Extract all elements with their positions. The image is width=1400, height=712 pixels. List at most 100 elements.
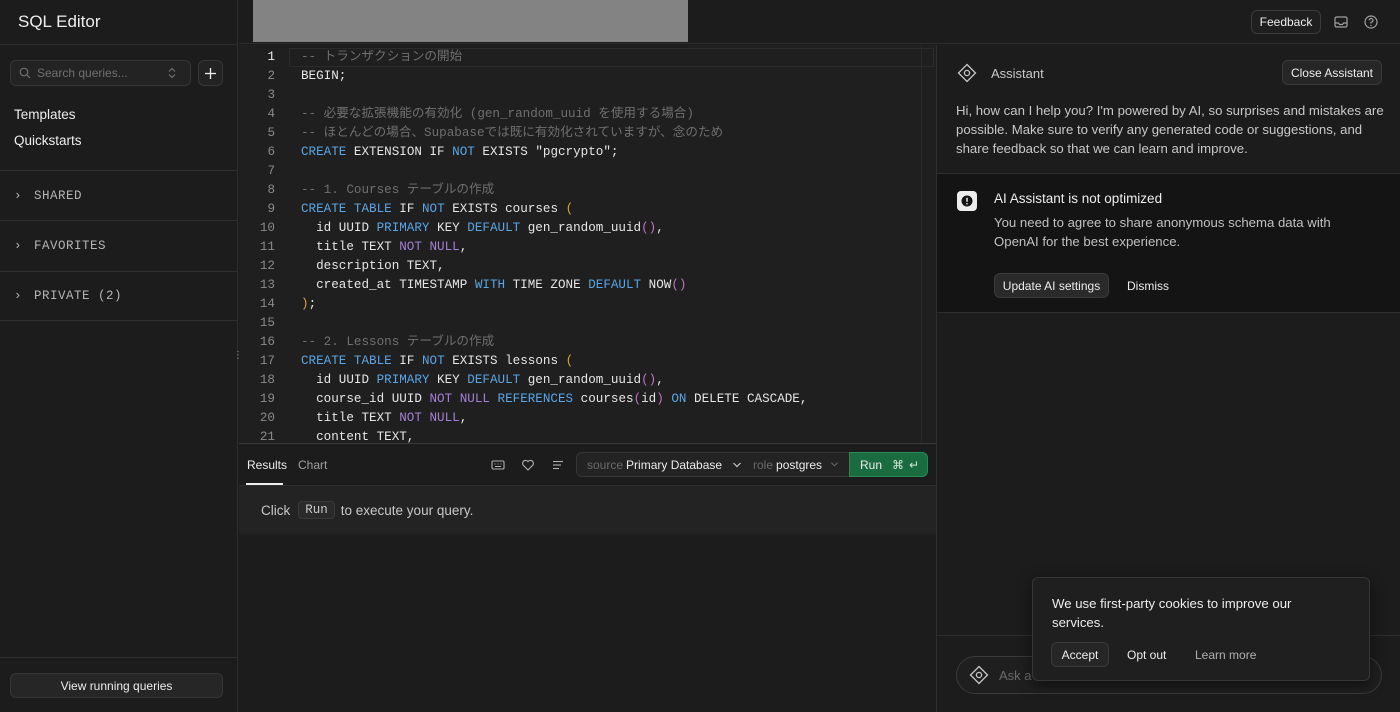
search-box[interactable] [10,60,191,86]
learn-more-link[interactable]: Learn more [1195,642,1256,667]
chevron-down-icon [733,462,742,467]
search-input[interactable] [37,66,167,80]
chevron-up-down-icon[interactable] [167,67,177,79]
sidebar: SQL Editor Templates Quickstarts › SHARE… [0,0,238,712]
inbox-icon[interactable] [1333,14,1349,30]
tab-chart[interactable]: Chart [298,458,327,472]
code-line[interactable]: 8 -- 1. Courses テーブルの作成 [239,181,936,200]
code-text: title TEXT NOT NULL, [301,411,468,425]
section-label: FAVORITES [34,238,107,253]
code-text: -- ほとんどの場合、Supabaseでは既に有効化されていますが、念のため [301,126,724,140]
code-text: created_at TIMESTAMP WITH TIME ZONE DEFA… [301,278,687,292]
code-line[interactable]: 20 title TEXT NOT NULL, [239,409,936,428]
line-number: 20 [259,411,275,425]
sidebar-link-quickstarts[interactable]: Quickstarts [14,133,82,148]
code-line[interactable]: 6 CREATE EXTENSION IF NOT EXISTS "pgcrypt… [239,143,936,162]
accept-cookies-button[interactable]: Accept [1051,642,1109,667]
code-line[interactable]: 1 -- トランザクションの開始 [239,48,936,67]
results-area [239,534,936,712]
line-number: 2 [267,69,275,83]
code-line[interactable]: 16 -- 2. Lessons テーブルの作成 [239,333,936,352]
run-key-badge: Run [298,501,335,519]
run-button[interactable]: Run ⌘ ↵ [849,452,928,477]
return-key-icon: ↵ [909,457,920,472]
section-private[interactable]: › PRIVATE (2) [0,271,238,321]
code-text: description TEXT, [301,259,445,273]
code-line[interactable]: 17 CREATE TABLE IF NOT EXISTS lessons ( [239,352,936,371]
code-line[interactable]: 12 description TEXT, [239,257,936,276]
code-text: -- トランザクションの開始 [301,50,463,64]
code-line[interactable]: 18 id UUID PRIMARY KEY DEFAULT gen_rando… [239,371,936,390]
line-number: 16 [259,335,275,349]
line-number: 13 [259,278,275,292]
code-editor[interactable]: 1 -- トランザクションの開始 2 BEGIN; 3 4 -- 必要な拡張機能の有効化 (… [239,45,936,443]
line-number: 18 [259,373,275,387]
keyboard-icon[interactable] [491,458,505,472]
source-select[interactable]: source Primary Database [576,452,744,477]
view-running-queries-button[interactable]: View running queries [10,673,223,698]
code-line[interactable]: 19 course_id UUID NOT NULL REFERENCES co… [239,390,936,409]
close-assistant-button[interactable]: Close Assistant [1282,60,1382,85]
assistant-logo-icon [957,63,977,83]
alert-icon [957,191,977,211]
sidebar-title: SQL Editor [18,12,101,31]
role-label: role [753,457,774,472]
hint-text-after: to execute your query. [340,502,474,518]
code-text: id UUID PRIMARY KEY DEFAULT gen_random_u… [301,221,664,235]
chevron-right-icon: › [14,238,23,253]
line-number: 8 [267,183,275,197]
code-line[interactable]: 2 BEGIN; [239,67,936,86]
warning-text: You need to agree to share anonymous sch… [994,215,1331,249]
sidebar-link-templates[interactable]: Templates [14,107,76,122]
divider [0,657,238,658]
code-line[interactable]: 3 [239,86,936,105]
update-ai-settings-button[interactable]: Update AI settings [994,273,1109,298]
tab-results[interactable]: Results [247,458,287,472]
line-number: 6 [267,145,275,159]
code-line[interactable]: 14); [239,295,936,314]
code-line[interactable]: 5 -- ほとんどの場合、Supabaseでは既に有効化されていますが、念のため [239,124,936,143]
code-text: id UUID PRIMARY KEY DEFAULT gen_random_u… [301,373,664,387]
assistant-logo-icon [969,665,989,685]
code-line[interactable]: 21 content TEXT, [239,428,936,443]
code-text: content TEXT, [301,430,415,443]
format-lines-icon[interactable] [551,458,565,472]
line-number: 7 [267,164,275,178]
code-line[interactable]: 11 title TEXT NOT NULL, [239,238,936,257]
line-number: 15 [259,316,275,330]
code-text: -- 1. Courses テーブルの作成 [301,183,495,197]
code-line[interactable]: 4 -- 必要な拡張機能の有効化 (gen_random_uuid を使用する場合… [239,105,936,124]
line-number: 11 [259,240,275,254]
code-line[interactable]: 13 created_at TIMESTAMP WITH TIME ZONE D… [239,276,936,295]
role-value: postgres [776,457,823,472]
feedback-button[interactable]: Feedback [1251,10,1321,34]
chevron-right-icon: › [14,289,23,303]
divider [0,44,238,45]
assistant-header: Assistant Close Assistant [937,45,1400,100]
section-label: PRIVATE (2) [34,289,123,303]
line-number: 5 [267,126,275,140]
section-label: SHARED [34,188,83,203]
line-number: 19 [259,392,275,406]
help-icon[interactable] [1363,14,1379,30]
code-line[interactable]: 9 CREATE TABLE IF NOT EXISTS courses ( [239,200,936,219]
opt-out-button[interactable]: Opt out [1127,642,1166,667]
role-select[interactable]: role postgres [743,452,850,477]
code-text: course_id UUID NOT NULL REFERENCES cours… [301,392,808,406]
section-favorites[interactable]: › FAVORITES [0,220,238,270]
new-query-button[interactable] [198,60,223,86]
section-shared[interactable]: › SHARED [0,170,238,220]
code-text: BEGIN; [301,69,347,83]
redacted-tab-area [253,0,688,42]
code-text: CREATE TABLE IF NOT EXISTS lessons ( [301,354,574,368]
heart-icon[interactable] [521,458,535,472]
drag-handle-icon[interactable]: ⋮ [233,350,243,362]
code-text: ); [301,297,317,311]
search-icon [19,67,31,79]
assistant-title: Assistant [991,66,1044,81]
code-text: -- 必要な拡張機能の有効化 (gen_random_uuid を使用する場合) [301,107,694,121]
dismiss-button[interactable]: Dismiss [1127,273,1169,298]
code-line[interactable]: 7 [239,162,936,181]
code-line[interactable]: 10 id UUID PRIMARY KEY DEFAULT gen_rando… [239,219,936,238]
code-line[interactable]: 15 [239,314,936,333]
